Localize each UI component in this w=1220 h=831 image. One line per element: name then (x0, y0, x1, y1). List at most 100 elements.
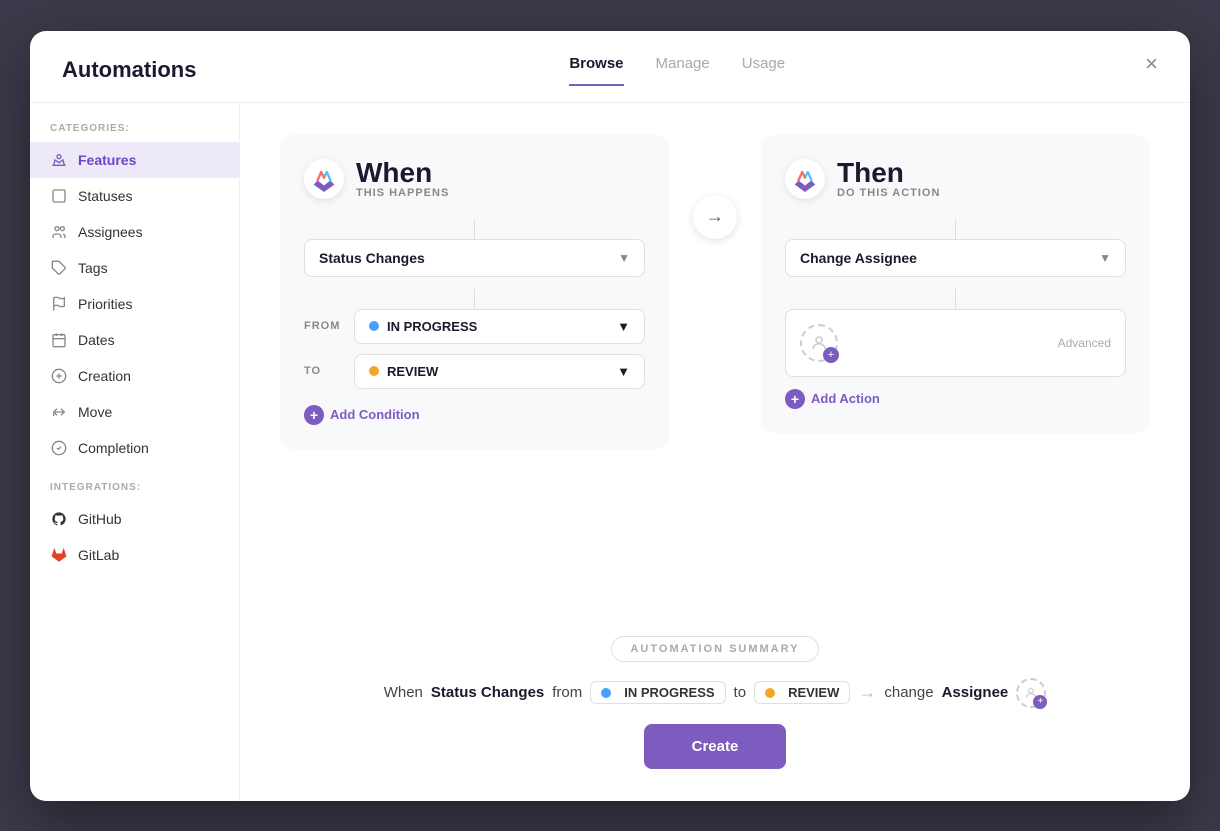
add-action-button[interactable]: + Add Action (785, 389, 880, 409)
summary-review-text: REVIEW (788, 685, 839, 700)
summary-review-dot (765, 688, 775, 698)
assignee-placeholder: + (800, 324, 838, 362)
sidebar-item-move[interactable]: Move (30, 394, 239, 430)
sidebar-item-gitlab[interactable]: GitLab (30, 537, 239, 573)
when-title: When (356, 159, 449, 187)
when-connector-top (474, 219, 475, 239)
summary-from-word: from (552, 684, 582, 701)
categories-label: CATEGORIES: (30, 123, 239, 142)
modal-title: Automations (62, 57, 196, 83)
action-label: Change Assignee (800, 250, 917, 266)
when-logo (304, 159, 344, 199)
sidebar-item-github[interactable]: GitHub (30, 501, 239, 537)
assignee-plus-badge: + (823, 347, 839, 363)
summary-in-progress-dot (601, 688, 611, 698)
then-subtitle: DO THIS ACTION (837, 187, 940, 199)
action-dropdown[interactable]: Change Assignee ▼ (785, 239, 1126, 277)
advanced-link[interactable]: Advanced (1058, 336, 1111, 350)
add-condition-button[interactable]: + Add Condition (304, 405, 420, 425)
flag-icon (50, 295, 68, 313)
summary-in-progress-badge: IN PROGRESS (590, 681, 725, 704)
add-action-icon: + (785, 389, 805, 409)
to-status-dot (369, 366, 379, 376)
tab-usage[interactable]: Usage (742, 55, 785, 86)
close-button[interactable]: × (1145, 51, 1158, 77)
automations-modal: Automations Browse Manage Usage × CATEGO… (30, 31, 1190, 801)
then-block-header: Then DO THIS ACTION (785, 159, 1126, 199)
trigger-label: Status Changes (319, 250, 425, 266)
create-button[interactable]: Create (644, 724, 787, 769)
sidebar-label-priorities: Priorities (78, 296, 132, 312)
from-status-dot (369, 321, 379, 331)
sidebar-label-statuses: Statuses (78, 188, 132, 204)
sidebar-label-dates: Dates (78, 332, 115, 348)
main-content: When THIS HAPPENS Status Changes ▼ FROM (240, 103, 1190, 801)
crown-icon (50, 151, 68, 169)
summary-when: When (384, 684, 423, 701)
check-circle-icon (50, 439, 68, 457)
calendar-icon (50, 331, 68, 349)
summary-to-word: to (734, 684, 747, 701)
from-row: FROM IN PROGRESS ▼ (304, 309, 645, 344)
sidebar-label-completion: Completion (78, 440, 149, 456)
modal-body: CATEGORIES: Features Statuses Assignees (30, 102, 1190, 801)
sidebar-item-features[interactable]: Features (30, 142, 239, 178)
to-status-dropdown[interactable]: REVIEW ▼ (354, 354, 645, 389)
from-status-text: IN PROGRESS (387, 319, 477, 334)
summary-assignee-plus: + (1033, 695, 1047, 709)
tab-browse[interactable]: Browse (569, 55, 623, 86)
modal-tabs: Browse Manage Usage (569, 55, 785, 86)
assignee-area: + Advanced (785, 309, 1126, 377)
summary-assignee-icon: + (1016, 678, 1046, 708)
move-icon (50, 403, 68, 421)
sidebar-item-creation[interactable]: Creation (30, 358, 239, 394)
summary-in-progress-text: IN PROGRESS (624, 685, 714, 700)
to-chevron-icon: ▼ (617, 364, 630, 379)
when-connector-mid (474, 289, 475, 309)
then-logo (785, 159, 825, 199)
to-label: TO (304, 365, 344, 377)
sidebar: CATEGORIES: Features Statuses Assignees (30, 103, 240, 801)
sidebar-label-github: GitHub (78, 511, 122, 527)
when-block-titles: When THIS HAPPENS (356, 159, 449, 199)
automation-builder: When THIS HAPPENS Status Changes ▼ FROM (280, 135, 1150, 604)
sidebar-item-assignees[interactable]: Assignees (30, 214, 239, 250)
gitlab-icon (50, 546, 68, 564)
summary-label: AUTOMATION SUMMARY (611, 636, 818, 662)
action-chevron-icon: ▼ (1099, 251, 1111, 265)
to-status-text: REVIEW (387, 364, 438, 379)
integrations-label: INTEGRATIONS: (30, 482, 239, 501)
when-block: When THIS HAPPENS Status Changes ▼ FROM (280, 135, 669, 449)
arrow-circle: → (693, 195, 737, 239)
sidebar-item-dates[interactable]: Dates (30, 322, 239, 358)
when-subtitle: THIS HAPPENS (356, 187, 449, 199)
sidebar-item-tags[interactable]: Tags (30, 250, 239, 286)
summary-review-badge: REVIEW (754, 681, 850, 704)
sidebar-item-priorities[interactable]: Priorities (30, 286, 239, 322)
modal-header: Automations Browse Manage Usage × (30, 31, 1190, 86)
when-block-header: When THIS HAPPENS (304, 159, 645, 199)
trigger-chevron-icon: ▼ (618, 251, 630, 265)
then-title: Then (837, 159, 940, 187)
summary-text: When Status Changes from IN PROGRESS to … (384, 678, 1047, 708)
sidebar-item-statuses[interactable]: Statuses (30, 178, 239, 214)
to-row: TO REVIEW ▼ (304, 354, 645, 389)
add-condition-icon: + (304, 405, 324, 425)
sidebar-label-creation: Creation (78, 368, 131, 384)
people-icon (50, 223, 68, 241)
tab-manage[interactable]: Manage (656, 55, 710, 86)
summary-assignee: Assignee (942, 684, 1009, 701)
sidebar-item-completion[interactable]: Completion (30, 430, 239, 466)
summary-change-word: change (884, 684, 933, 701)
tag-icon (50, 259, 68, 277)
from-status-dropdown[interactable]: IN PROGRESS ▼ (354, 309, 645, 344)
trigger-dropdown[interactable]: Status Changes ▼ (304, 239, 645, 277)
summary-section: AUTOMATION SUMMARY When Status Changes f… (280, 636, 1150, 769)
to-status-left: REVIEW (369, 364, 438, 379)
github-icon (50, 510, 68, 528)
from-to-group: FROM IN PROGRESS ▼ TO (304, 309, 645, 389)
sidebar-label-features: Features (78, 152, 136, 168)
from-status-left: IN PROGRESS (369, 319, 477, 334)
from-label: FROM (304, 320, 344, 332)
then-block-titles: Then DO THIS ACTION (837, 159, 940, 199)
